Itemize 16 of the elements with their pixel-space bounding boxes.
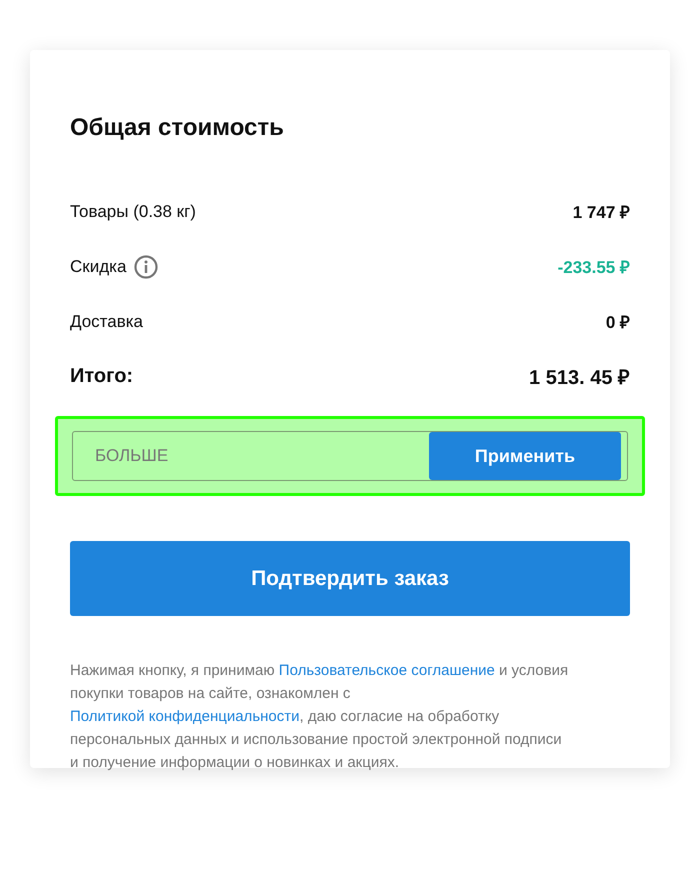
legal-text: Нажимая кнопку, я принимаю Пользовательское соглашение и условия покупки товаров на сайте, ознакомлен с Политикой конфиденциальности, даю согласие на обработку персональных данных и использование простой электронной подписи и получение информации о новинках и акциях.: [70, 661, 570, 773]
price-label: Доставка: [70, 312, 144, 332]
total-value: 1 513. 45 ₽: [529, 366, 630, 390]
price-value: 1 747 ₽: [572, 202, 630, 223]
info-icon[interactable]: [134, 254, 158, 278]
confirm-order-button[interactable]: Подтвердить заказ: [70, 541, 630, 616]
price-value: 0 ₽: [606, 312, 630, 333]
promo-code-field[interactable]: БОЛЬШЕ Применить: [72, 431, 628, 481]
price-label: Товары (0.38 кг): [70, 202, 196, 222]
legal-link[interactable]: Политикой конфиденциальности: [70, 708, 300, 725]
price-label: Скидка: [70, 256, 126, 276]
summary-title: Общая стоимость: [70, 113, 285, 143]
total-label: Итого:: [70, 365, 134, 388]
legal-link[interactable]: Пользовательское соглашение: [278, 662, 495, 679]
apply-button[interactable]: Применить: [429, 432, 621, 480]
price-value: -233.55 ₽: [558, 257, 630, 278]
